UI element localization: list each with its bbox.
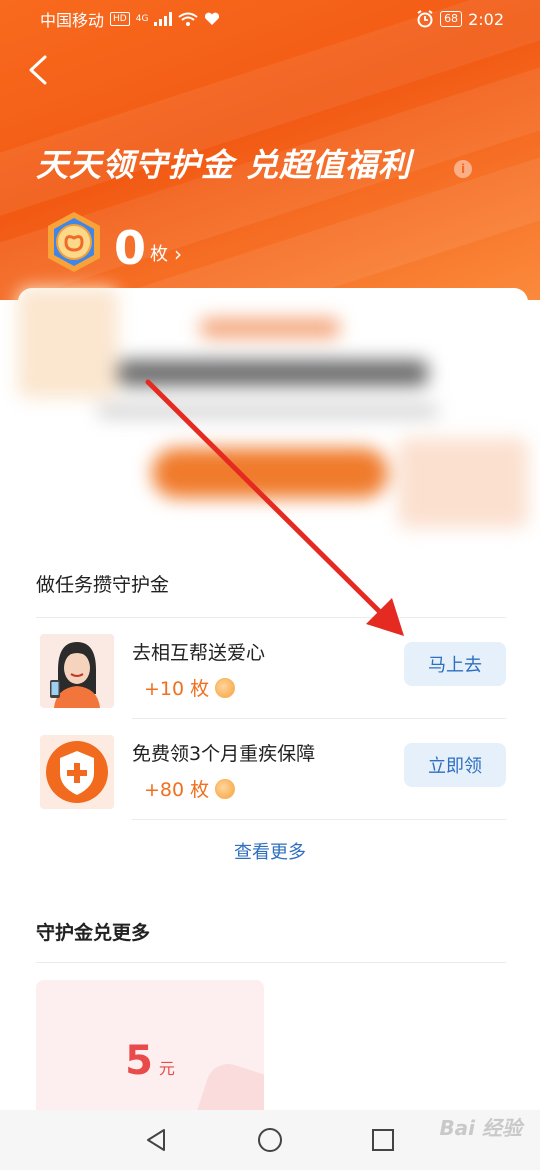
- see-more-link[interactable]: 查看更多: [0, 838, 540, 864]
- reward-text: +80 枚: [144, 779, 210, 801]
- info-icon[interactable]: i: [454, 160, 472, 178]
- blurred-image: [398, 438, 528, 528]
- chevron-left-icon: [29, 55, 47, 85]
- amount-unit: 元: [158, 1059, 175, 1078]
- task-name: 免费领3个月重疾保障: [132, 743, 316, 765]
- divider: [36, 617, 506, 618]
- exchange-card[interactable]: 5元: [36, 980, 264, 1130]
- blurred-button: [152, 448, 388, 498]
- carrier-name: 中国移动: [40, 11, 105, 30]
- watermark: Bai 经验: [439, 1116, 522, 1140]
- divider: [132, 819, 506, 820]
- reward-text: +10 枚: [144, 678, 210, 700]
- divider: [36, 962, 506, 963]
- coin-count: 0: [114, 221, 147, 275]
- wifi-icon: [178, 12, 199, 26]
- triangle-back-icon: [146, 1129, 165, 1151]
- blurred-headline: [118, 360, 428, 386]
- battery-level: 68: [440, 11, 463, 27]
- blurred-content: [18, 288, 528, 533]
- exchange-amount: 5元: [36, 1038, 264, 1084]
- task-reward: +10 枚: [144, 674, 236, 701]
- woman-phone-illustration: [40, 634, 114, 708]
- hd-badge: HD: [110, 12, 130, 26]
- promo-banner-blurred[interactable]: [18, 288, 528, 533]
- task-item: 免费领3个月重疾保障 +80 枚 立即领: [40, 727, 510, 827]
- task-item: 去相互帮送爱心 +10 枚 马上去: [40, 626, 510, 726]
- square-recents-icon: [372, 1129, 395, 1151]
- shield-plus-icon: [40, 735, 114, 809]
- signal-icon: [154, 12, 173, 26]
- coin-unit: 枚: [150, 244, 169, 265]
- claim-now-button[interactable]: 立即领: [404, 743, 506, 787]
- task-reward: +80 枚: [144, 775, 236, 802]
- exchange-section-title: 守护金兑更多: [36, 922, 151, 944]
- heart-icon: [205, 12, 220, 25]
- circle-home-icon: [257, 1128, 282, 1152]
- divider: [132, 718, 506, 719]
- guardian-coin-icon: [48, 212, 100, 272]
- blurred-label: [200, 318, 340, 338]
- blurred-subtext: [98, 404, 438, 418]
- network-type: 4G: [135, 14, 149, 24]
- clock: 2:02: [468, 9, 504, 29]
- coin-icon: [215, 778, 236, 799]
- go-now-button[interactable]: 马上去: [404, 642, 506, 686]
- chevron-right-icon: ›: [174, 242, 183, 266]
- nav-recents-button[interactable]: [363, 1120, 403, 1160]
- back-button[interactable]: [20, 52, 56, 88]
- nav-home-button[interactable]: [250, 1120, 290, 1160]
- coin-balance[interactable]: 0 枚 ›: [42, 210, 182, 274]
- nav-back-button[interactable]: [137, 1120, 177, 1160]
- blurred-image: [18, 288, 118, 398]
- coin-icon: [215, 677, 236, 698]
- amount-value: 5: [125, 1038, 153, 1084]
- task-name: 去相互帮送爱心: [132, 642, 266, 664]
- page-title: 天天领守护金 兑超值福利: [36, 146, 412, 184]
- status-bar: 中国移动 HD 4G 68 2:02: [0, 0, 540, 38]
- alarm-icon: [417, 10, 433, 28]
- tasks-section-title: 做任务攒守护金: [36, 574, 170, 596]
